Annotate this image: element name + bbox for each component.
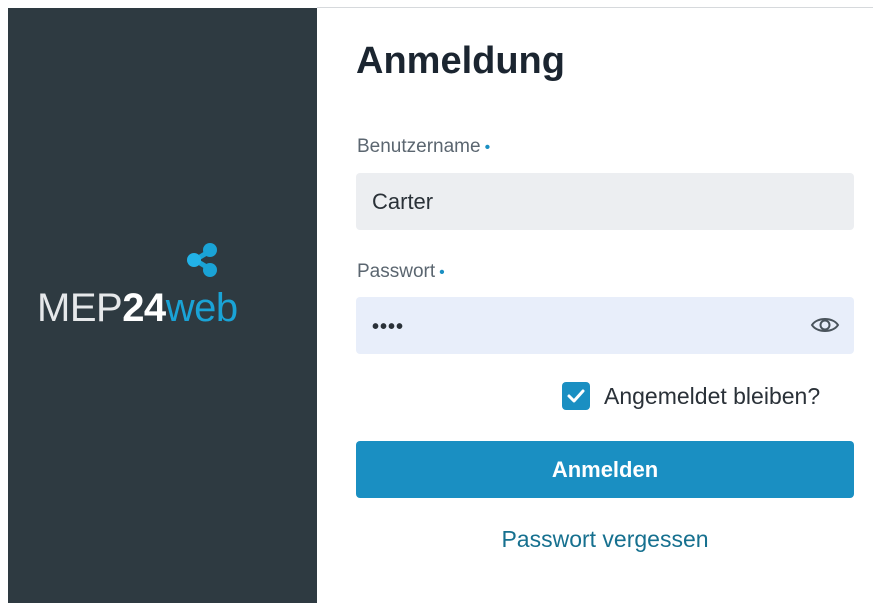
- password-label-text: Passwort: [357, 261, 436, 282]
- logo-text-web: web: [165, 286, 238, 330]
- eye-icon[interactable]: [810, 314, 840, 336]
- remember-label: Angemeldet bleiben?: [604, 382, 821, 409]
- password-label: Passwort •: [357, 261, 445, 284]
- forgot-password-link[interactable]: Passwort vergessen: [356, 524, 854, 554]
- login-page: MEP24web Anmeldung Benutzername • Carter …: [0, 0, 873, 603]
- required-marker: •: [484, 139, 491, 156]
- remember-checkbox[interactable]: [562, 382, 590, 410]
- top-divider: [317, 7, 873, 8]
- logo-text-mep: MEP: [37, 286, 123, 330]
- username-value: Carter: [372, 189, 434, 214]
- username-input[interactable]: Carter: [356, 173, 854, 230]
- mep24web-logo: MEP24web: [37, 240, 287, 330]
- share-network-icon: [187, 243, 217, 277]
- checkmark-icon: [567, 389, 585, 403]
- logo-wordmark: MEP24web: [37, 288, 238, 328]
- logo-text-24: 24: [122, 286, 166, 330]
- username-label-text: Benutzername: [357, 136, 481, 157]
- username-label: Benutzername •: [357, 136, 490, 159]
- page-title: Anmeldung: [356, 40, 565, 82]
- password-value: ••••: [372, 316, 405, 338]
- required-marker: •: [439, 264, 445, 281]
- password-input[interactable]: ••••: [356, 297, 854, 354]
- remember-me[interactable]: Angemeldet bleiben?: [562, 381, 820, 411]
- login-button[interactable]: Anmelden: [356, 441, 854, 498]
